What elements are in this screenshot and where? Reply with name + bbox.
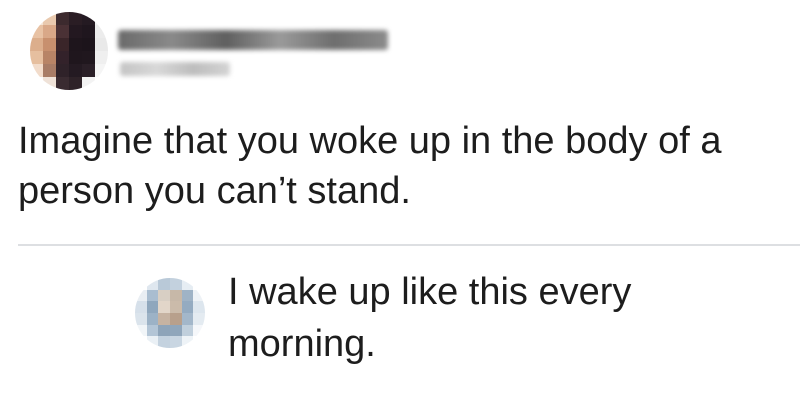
avatar-pixel (30, 25, 43, 38)
avatar-pixel (43, 51, 56, 64)
avatar-pixel (69, 12, 82, 25)
avatar-pixel (95, 25, 108, 38)
social-post: Imagine that you woke up in the body of … (0, 0, 800, 406)
avatar-pixel (170, 289, 182, 302)
reply-body-text: I wake up like this every morning. (228, 271, 632, 365)
avatar-pixel (135, 336, 147, 348)
avatar-pixel (146, 324, 159, 337)
avatar-pixel (146, 301, 159, 313)
avatar-pixel (170, 301, 182, 313)
avatar-pixel (135, 301, 147, 313)
avatar-pixel (82, 51, 95, 64)
avatar-pixel (181, 289, 194, 302)
author-avatar[interactable] (30, 12, 108, 90)
avatar-pixel (43, 77, 56, 90)
avatar-pixel (69, 25, 82, 38)
post-body-text: Imagine that you woke up in the body of … (18, 120, 722, 212)
reply-author-avatar[interactable] (135, 278, 205, 348)
avatar-pixel (82, 25, 95, 38)
avatar-pixel (170, 278, 182, 290)
avatar-pixel (69, 38, 82, 51)
avatar-pixel (193, 324, 205, 337)
avatar-pixel (43, 64, 56, 77)
avatar-pixel (95, 38, 108, 51)
avatar-pixel (181, 324, 194, 337)
avatar-pixel (56, 51, 69, 64)
avatar-pixel (30, 38, 43, 51)
avatar-pixel (181, 313, 194, 325)
avatar-pixel (30, 12, 43, 25)
avatar-pixel (170, 336, 182, 348)
avatar-pixel (95, 51, 108, 64)
author-name-redacted[interactable] (118, 30, 388, 50)
avatar-pixel (158, 313, 170, 325)
avatar-pixel (56, 12, 69, 25)
avatar-pixel (30, 51, 43, 64)
avatar-pixel (135, 313, 147, 325)
avatar-pixel (56, 25, 69, 38)
avatar-pixel (56, 64, 69, 77)
avatar-pixel (158, 324, 170, 337)
avatar-pixel (69, 51, 82, 64)
avatar-pixel (181, 336, 194, 348)
avatar-pixel (170, 313, 182, 325)
avatar-pixel (193, 313, 205, 325)
avatar-pixel (56, 77, 69, 90)
avatar-pixel (135, 278, 147, 290)
avatar-pixel (135, 324, 147, 337)
avatar-pixel (181, 301, 194, 313)
avatar-pixel (146, 289, 159, 302)
avatar-pixel (158, 336, 170, 348)
avatar-pixel (56, 38, 69, 51)
avatar-pixel (43, 38, 56, 51)
avatar-pixel (43, 25, 56, 38)
avatar-pixel (95, 12, 108, 25)
avatar-pixel (82, 38, 95, 51)
avatar-pixel (82, 77, 95, 90)
avatar-pixel (82, 64, 95, 77)
avatar-pixel (193, 278, 205, 290)
avatar-pixel (170, 324, 182, 337)
avatar-pixel (158, 278, 170, 290)
avatar-pixel (82, 12, 95, 25)
avatar-pixel (193, 289, 205, 302)
avatar-pixel (158, 301, 170, 313)
avatar-pixel (135, 289, 147, 302)
avatar-pixel (193, 301, 205, 313)
avatar-pixel (146, 278, 159, 290)
post-timestamp-redacted[interactable] (120, 62, 230, 76)
comments-divider (18, 244, 800, 246)
avatar-pixel (30, 64, 43, 77)
avatar-pixel (43, 12, 56, 25)
avatar-pixel (30, 77, 43, 90)
avatar-pixel (69, 77, 82, 90)
avatar-pixel (69, 64, 82, 77)
avatar-pixel (95, 77, 108, 90)
avatar-pixel (146, 336, 159, 348)
avatar-pixel (181, 278, 194, 290)
avatar-pixel (193, 336, 205, 348)
avatar-pixel (95, 64, 108, 77)
avatar-pixel (146, 313, 159, 325)
avatar-pixel (158, 289, 170, 302)
